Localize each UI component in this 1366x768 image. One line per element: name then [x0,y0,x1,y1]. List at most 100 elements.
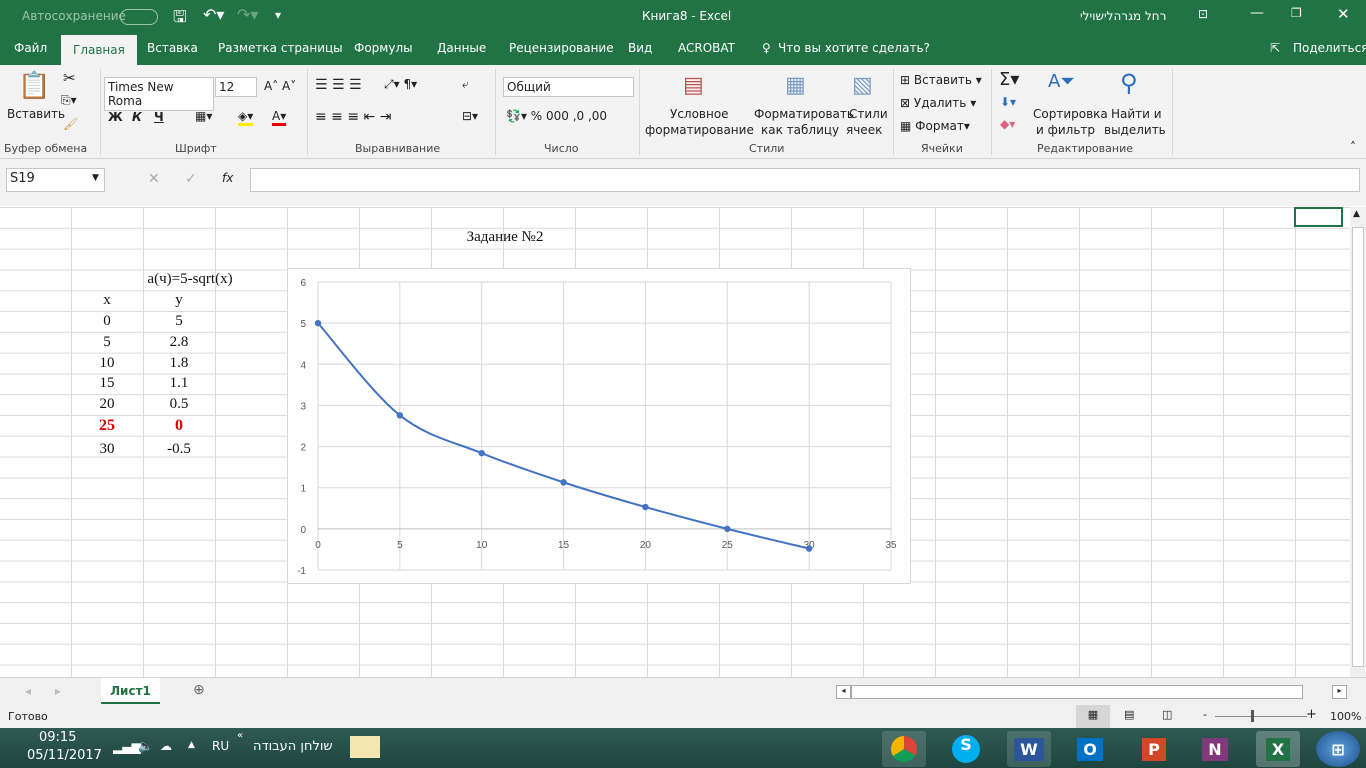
undo-icon[interactable]: ↶▾ [203,5,224,24]
cell-y[interactable]: 5 [143,313,215,330]
header-y[interactable]: y [143,292,215,309]
paste-icon[interactable]: 📋 [18,71,50,101]
cell-y[interactable]: 1.8 [143,355,215,372]
worksheet-grid[interactable]: Задание №2 а(ч)=5-sqrt(x) x y 0 5 5 2.8 10 1.… [0,207,1350,677]
zoom-out-button[interactable]: - [1203,708,1207,721]
zoom-level[interactable]: 100% [1330,710,1361,723]
restore-button[interactable]: ❐ [1291,6,1302,20]
insert-cells-button[interactable]: ⊞ Вставить ▾ [900,73,982,87]
align-top-icon[interactable]: ☰ ☰ ☰ [315,77,362,93]
find-1[interactable]: Найти и [1111,107,1162,121]
expand-toolbar-icon[interactable]: « [237,730,243,741]
cond-format-2[interactable]: форматирование [645,123,754,137]
sort-2[interactable]: и фильтр [1036,123,1095,137]
skype-app-icon[interactable]: S [944,731,988,767]
share-button[interactable]: Поделиться [1293,41,1366,55]
normal-view-icon[interactable]: ▦ [1076,705,1110,728]
tab-data[interactable]: Данные [437,41,486,55]
tab-view[interactable]: Вид [628,41,652,55]
task-title[interactable]: Задание №2 [430,229,580,246]
cell-x[interactable]: 25 [71,417,143,435]
insert-function-button[interactable]: fx [222,171,233,185]
next-sheet-icon[interactable]: ▸ [55,684,61,698]
cell-y[interactable]: -0.5 [143,441,215,458]
formula-label[interactable]: а(ч)=5-sqrt(x) [130,271,250,288]
close-button[interactable]: ✕ [1337,5,1350,23]
currency-icon[interactable]: 💱▾ % 000 ,0 ,00 [506,109,607,123]
cell-x[interactable]: 30 [71,441,143,458]
merge-center-icon[interactable]: ⊟▾ [462,109,478,123]
cell-x[interactable]: 15 [71,375,143,392]
vertical-scrollbar[interactable]: ▲ [1350,207,1366,677]
cell-styles-1[interactable]: Стили [849,107,888,121]
redo-icon[interactable]: ↷▾ [237,5,258,24]
cell-styles-icon[interactable]: ▧ [852,73,873,98]
selected-cell[interactable] [1294,207,1343,227]
cancel-icon[interactable]: ✕ [148,171,160,187]
find-2[interactable]: выделить [1104,123,1166,137]
cell-x[interactable]: 20 [71,396,143,413]
vertical-scroll-thumb[interactable] [1352,227,1364,667]
format-table-2[interactable]: как таблицу [761,123,839,137]
language-indicator[interactable]: RU [212,739,229,753]
cell-y[interactable]: 0 [143,417,215,435]
horizontal-scrollbar[interactable] [851,685,1303,699]
format-painter-icon[interactable]: 🖌 [63,117,78,131]
onenote-app-icon[interactable]: N [1193,731,1237,767]
tab-review[interactable]: Рецензирование [509,41,614,55]
cond-format-1[interactable]: Условное [670,107,729,121]
name-box[interactable]: S19 [6,168,105,192]
add-sheet-icon[interactable]: ⊕ [193,682,205,698]
cell-styles-2[interactable]: ячеек [846,123,882,137]
line-chart[interactable]: 0 5 10 15 20 25 30 35 -1 0 1 2 3 4 5 6 [287,268,911,584]
header-x[interactable]: x [71,292,143,309]
find-icon[interactable]: ⚲ [1120,69,1138,97]
cell-x[interactable]: 5 [71,334,143,351]
sort-filter-icon[interactable]: A⏷ [1048,71,1075,92]
italic-button[interactable]: К [132,110,142,124]
orientation-icon[interactable]: ⤢▾ ¶▾ [384,77,417,92]
font-size-select[interactable]: 12 [215,77,257,97]
customize-qat-icon[interactable]: ▾ [275,8,281,22]
collapse-ribbon-icon[interactable]: ˄ [1350,140,1356,154]
save-icon[interactable]: 🖫 [173,6,187,33]
name-box-dropdown-icon[interactable]: ▼ [92,173,99,183]
chrome-app-icon[interactable] [882,731,926,767]
format-table-icon[interactable]: ▦ [785,73,806,98]
zoom-slider-thumb[interactable] [1251,710,1254,722]
excel-app-icon[interactable]: X [1256,731,1300,767]
paste-button[interactable]: Вставить [7,107,65,121]
onedrive-icon[interactable]: ☁ [160,739,172,753]
zoom-slider[interactable] [1215,716,1307,717]
scroll-right-icon[interactable]: ▸ [1332,685,1347,699]
tab-formulas[interactable]: Формулы [354,41,413,55]
powerpoint-app-icon[interactable]: P [1132,731,1176,767]
prev-sheet-icon[interactable]: ◂ [25,684,31,698]
start-button[interactable]: ⊞ [1316,731,1360,767]
pen-input-icon[interactable] [350,736,380,758]
show-hidden-icons[interactable]: ▲ [188,740,195,750]
clock-date[interactable]: 05/11/2017 [27,748,102,763]
clear-icon[interactable]: ◆▾ [1000,117,1015,131]
cell-x[interactable]: 0 [71,313,143,330]
grow-font-icon[interactable]: A˄ A˅ [264,79,296,93]
share-icon[interactable]: ⇱ [1270,41,1280,55]
volume-icon[interactable]: 🔈 [138,739,153,753]
sort-1[interactable]: Сортировка [1033,107,1108,121]
bold-button[interactable]: Ж [108,110,123,124]
network-icon[interactable]: ▂▄▆ [113,740,141,754]
format-table-1[interactable]: Форматировать [754,107,854,121]
autosave-toggle[interactable] [120,9,158,25]
cell-x[interactable]: 10 [71,355,143,372]
page-layout-view-icon[interactable]: ▤ [1124,708,1134,721]
tab-insert[interactable]: Вставка [147,41,198,55]
cut-icon[interactable]: ✂ [63,69,76,87]
enter-icon[interactable]: ✓ [185,171,197,187]
fill-color-icon[interactable]: ◈▾ [238,109,254,126]
number-format-select[interactable]: Общий [503,77,634,97]
formula-input[interactable] [250,168,1360,192]
ribbon-display-icon[interactable]: ⊡ [1198,7,1208,21]
scroll-left-icon[interactable]: ◂ [836,685,851,699]
copy-icon[interactable]: ⎘▾ [61,93,77,108]
font-name-select[interactable]: Times New Roma [104,77,214,111]
